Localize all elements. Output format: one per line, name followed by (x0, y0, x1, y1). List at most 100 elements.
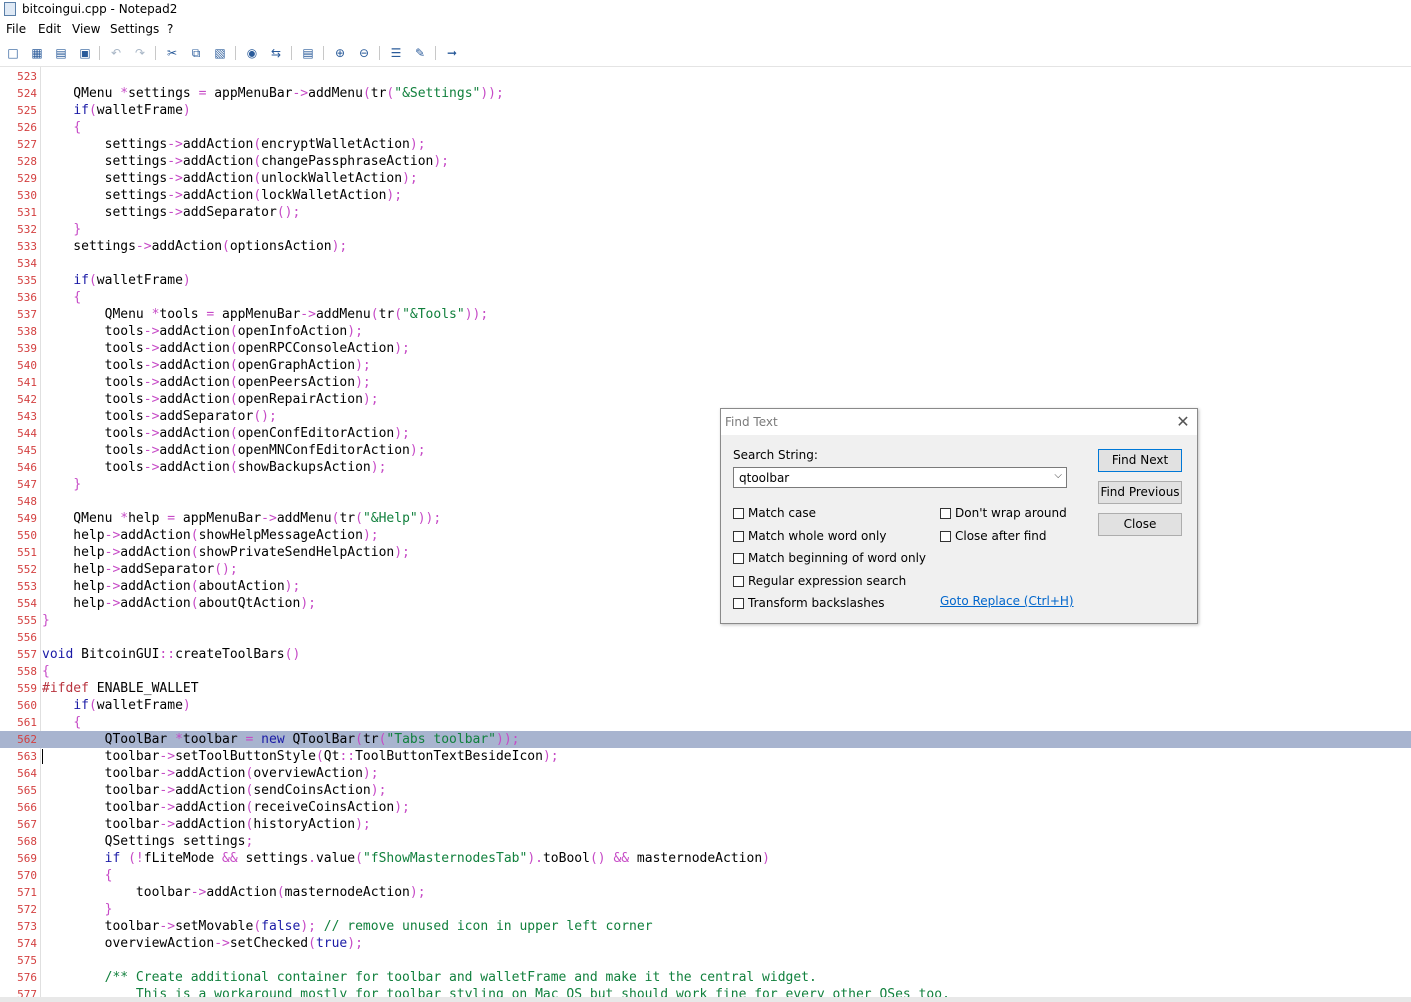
code-text: { (73, 290, 82, 305)
code-text: tools->addAction(showBackupsAction); (42, 460, 387, 475)
code-line: 575 (0, 952, 1411, 969)
transform-backslashes-checkbox[interactable]: Transform backslashes (733, 595, 884, 611)
code-text: tools->addAction(openRPCConsoleAction); (42, 341, 410, 356)
scheme-icon[interactable]: ☰ (387, 44, 405, 62)
paste-icon[interactable]: ▧ (211, 44, 229, 62)
dont-wrap-checkbox[interactable]: Don't wrap around (940, 505, 1067, 521)
code-text: tools->addAction(openPeersAction); (42, 375, 371, 390)
horizontal-scrollbar[interactable] (0, 997, 1411, 1002)
match-whole-word-checkbox[interactable]: Match whole word only (733, 528, 886, 544)
code-text: /** Create additional container for tool… (42, 970, 817, 985)
code-line: 540 tools->addAction(openGraphAction); (0, 357, 1411, 374)
open-folder-icon[interactable]: ▦ (28, 44, 46, 62)
code-line: 571 toolbar->addAction(masternodeAction)… (0, 884, 1411, 901)
search-input[interactable] (734, 468, 1049, 487)
line-number: 528 (17, 155, 37, 168)
code-text: } (42, 613, 50, 628)
browse-icon[interactable]: ▤ (52, 44, 70, 62)
find-next-button[interactable]: Find Next (1098, 449, 1182, 472)
search-string-label: Search String: (733, 448, 818, 462)
dialog-title: Find Text (725, 415, 778, 429)
code-line: 573 toolbar->setMovable(false); // remov… (0, 918, 1411, 935)
menu-view[interactable]: View (72, 22, 100, 36)
line-number: 565 (17, 784, 37, 797)
chevron-down-icon[interactable]: ⌵ (1054, 470, 1062, 481)
line-number: 553 (17, 580, 37, 593)
line-number: 576 (17, 971, 37, 984)
close-after-find-checkbox[interactable]: Close after find (940, 528, 1047, 544)
line-number: 550 (17, 529, 37, 542)
redo-icon[interactable]: ↷ (131, 44, 149, 62)
code-text: tools->addAction(openRepairAction); (42, 392, 379, 407)
search-combo[interactable]: ⌵ (733, 467, 1067, 488)
zoom-out-icon[interactable]: ⊖ (355, 44, 373, 62)
line-number: 554 (17, 597, 37, 610)
code-line: 538 tools->addAction(openInfoAction); (0, 323, 1411, 340)
line-number: 541 (17, 376, 37, 389)
zoom-in-icon[interactable]: ⊕ (331, 44, 349, 62)
match-case-checkbox[interactable]: Match case (733, 505, 816, 521)
word-wrap-icon[interactable]: ▤ (299, 44, 317, 62)
goto-replace-link[interactable]: Goto Replace (Ctrl+H) (940, 594, 1074, 608)
regex-checkbox[interactable]: Regular expression search (733, 573, 906, 589)
close-icon[interactable]: ✕ (1173, 412, 1193, 432)
code-text: settings->addSeparator(); (42, 205, 301, 220)
code-text: { (104, 868, 113, 883)
code-text: { (73, 120, 82, 135)
line-number: 572 (17, 903, 37, 916)
line-number: 526 (17, 121, 37, 134)
code-line: 574 overviewAction->setChecked(true); (0, 935, 1411, 952)
save-icon[interactable]: ▣ (76, 44, 94, 62)
line-number: 538 (17, 325, 37, 338)
code-line: 523 (0, 68, 1411, 85)
line-number: 560 (17, 699, 37, 712)
find-text-dialog: Find Text ✕ Search String: ⌵ Match case … (720, 408, 1198, 624)
code-line: 556 (0, 629, 1411, 646)
code-editor[interactable]: 523 524 QMenu *settings = appMenuBar->add… (0, 67, 1411, 998)
title-bar: bitcoingui.cpp - Notepad2 (0, 0, 1411, 19)
code-line: 531 settings->addSeparator(); (0, 204, 1411, 221)
cut-icon[interactable]: ✂ (163, 44, 181, 62)
new-file-icon[interactable]: □ (4, 44, 22, 62)
undo-icon[interactable]: ↶ (107, 44, 125, 62)
menu-file[interactable]: File (6, 22, 26, 36)
exit-icon[interactable]: ➞ (443, 44, 461, 62)
code-line: 561 { (0, 714, 1411, 731)
line-number: 540 (17, 359, 37, 372)
line-number: 547 (17, 478, 37, 491)
line-number: 566 (17, 801, 37, 814)
menu-edit[interactable]: Edit (38, 22, 61, 36)
match-beginning-checkbox[interactable]: Match beginning of word only (733, 550, 926, 566)
menu-settings[interactable]: Settings (110, 22, 159, 36)
line-number: 532 (17, 223, 37, 236)
code-line: 570 { (0, 867, 1411, 884)
notepad-app-icon (4, 2, 16, 16)
code-text: help->addAction(showHelpMessageAction); (42, 528, 379, 543)
replace-icon[interactable]: ⇆ (267, 44, 285, 62)
line-number: 567 (17, 818, 37, 831)
customize-scheme-icon[interactable]: ✎ (411, 44, 429, 62)
line-number: 548 (17, 495, 37, 508)
code-line: 549 QMenu *help = appMenuBar->addMenu(tr… (0, 510, 1411, 527)
code-text: overviewAction->setChecked(true); (42, 936, 363, 951)
code-text: toolbar->setToolButtonStyle(Qt::ToolButt… (42, 749, 559, 764)
close-button[interactable]: Close (1098, 513, 1182, 536)
code-line: 572 } (0, 901, 1411, 918)
find-icon[interactable]: ◉ (243, 44, 261, 62)
code-text: help->addAction(aboutAction); (42, 579, 301, 594)
line-number: 552 (17, 563, 37, 576)
find-previous-button[interactable]: Find Previous (1098, 481, 1182, 504)
line-number: 564 (17, 767, 37, 780)
line-number: 534 (17, 257, 37, 270)
code-line: 553 help->addAction(aboutAction); (0, 578, 1411, 595)
line-number: 573 (17, 920, 37, 933)
line-number: 575 (17, 954, 37, 967)
copy-icon[interactable]: ⧉ (187, 44, 205, 62)
line-number: 523 (17, 70, 37, 83)
text-caret (42, 749, 43, 764)
menu-help[interactable]: ? (167, 22, 173, 36)
code-line: 546 tools->addAction(showBackupsAction); (0, 459, 1411, 476)
code-line: 560 if(walletFrame) (0, 697, 1411, 714)
code-text: settings->addAction(optionsAction); (42, 239, 348, 254)
code-line: 537 QMenu *tools = appMenuBar->addMenu(t… (0, 306, 1411, 323)
